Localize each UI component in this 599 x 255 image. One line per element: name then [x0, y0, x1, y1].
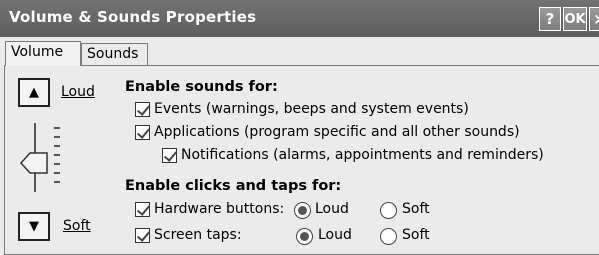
title-bar: Volume & Sounds Properties ? OK × [0, 0, 599, 37]
screen-taps-checkbox[interactable] [135, 227, 150, 243]
events-checkbox[interactable] [135, 101, 150, 117]
sounds-section-heading: Enable sounds for: [125, 79, 278, 95]
arrow-down-icon: ▼ [29, 219, 39, 234]
tab-volume[interactable]: Volume [5, 41, 81, 66]
hardware-buttons-row[interactable]: Hardware buttons: [135, 201, 284, 217]
tab-sounds[interactable]: Sounds [81, 43, 148, 66]
applications-label: Applications (program specific and all o… [154, 124, 520, 140]
hardware-buttons-checkbox[interactable] [135, 201, 150, 217]
applications-checkbox-row[interactable]: Applications (program specific and all o… [135, 124, 520, 140]
screen-loud-radio[interactable] [296, 228, 313, 245]
help-button[interactable]: ? [539, 7, 561, 31]
notifications-checkbox-row[interactable]: Notifications (alarms, appointments and … [162, 147, 544, 163]
notifications-label: Notifications (alarms, appointments and … [181, 147, 544, 163]
volume-up-button[interactable]: ▲ [18, 78, 50, 107]
applications-checkbox[interactable] [135, 124, 150, 140]
clicks-section-heading: Enable clicks and taps for: [125, 178, 342, 194]
window-title: Volume & Sounds Properties [9, 8, 257, 26]
volume-slider-ticks [54, 127, 62, 189]
screen-loud-label: Loud [318, 227, 352, 243]
volume-down-button[interactable]: ▼ [18, 212, 50, 241]
hardware-buttons-label: Hardware buttons: [154, 201, 285, 217]
volume-slider-thumb[interactable] [20, 152, 48, 174]
soft-label: Soft [63, 218, 91, 234]
loud-label: Loud [61, 84, 95, 100]
close-button[interactable]: × [589, 7, 599, 31]
screen-taps-row[interactable]: Screen taps: [135, 227, 242, 243]
hardware-loud-label: Loud [315, 201, 349, 217]
events-label: Events (warnings, beeps and system event… [154, 101, 469, 117]
notifications-checkbox[interactable] [162, 147, 177, 163]
screen-soft-label: Soft [402, 227, 430, 243]
hardware-loud-radio[interactable] [294, 202, 311, 219]
screen-soft-radio[interactable] [380, 228, 397, 245]
ok-button[interactable]: OK [563, 7, 587, 31]
arrow-up-icon: ▲ [29, 85, 39, 100]
events-checkbox-row[interactable]: Events (warnings, beeps and system event… [135, 101, 469, 117]
hardware-soft-radio[interactable] [380, 202, 397, 219]
hardware-soft-label: Soft [402, 201, 430, 217]
screen-taps-label: Screen taps: [154, 227, 242, 243]
